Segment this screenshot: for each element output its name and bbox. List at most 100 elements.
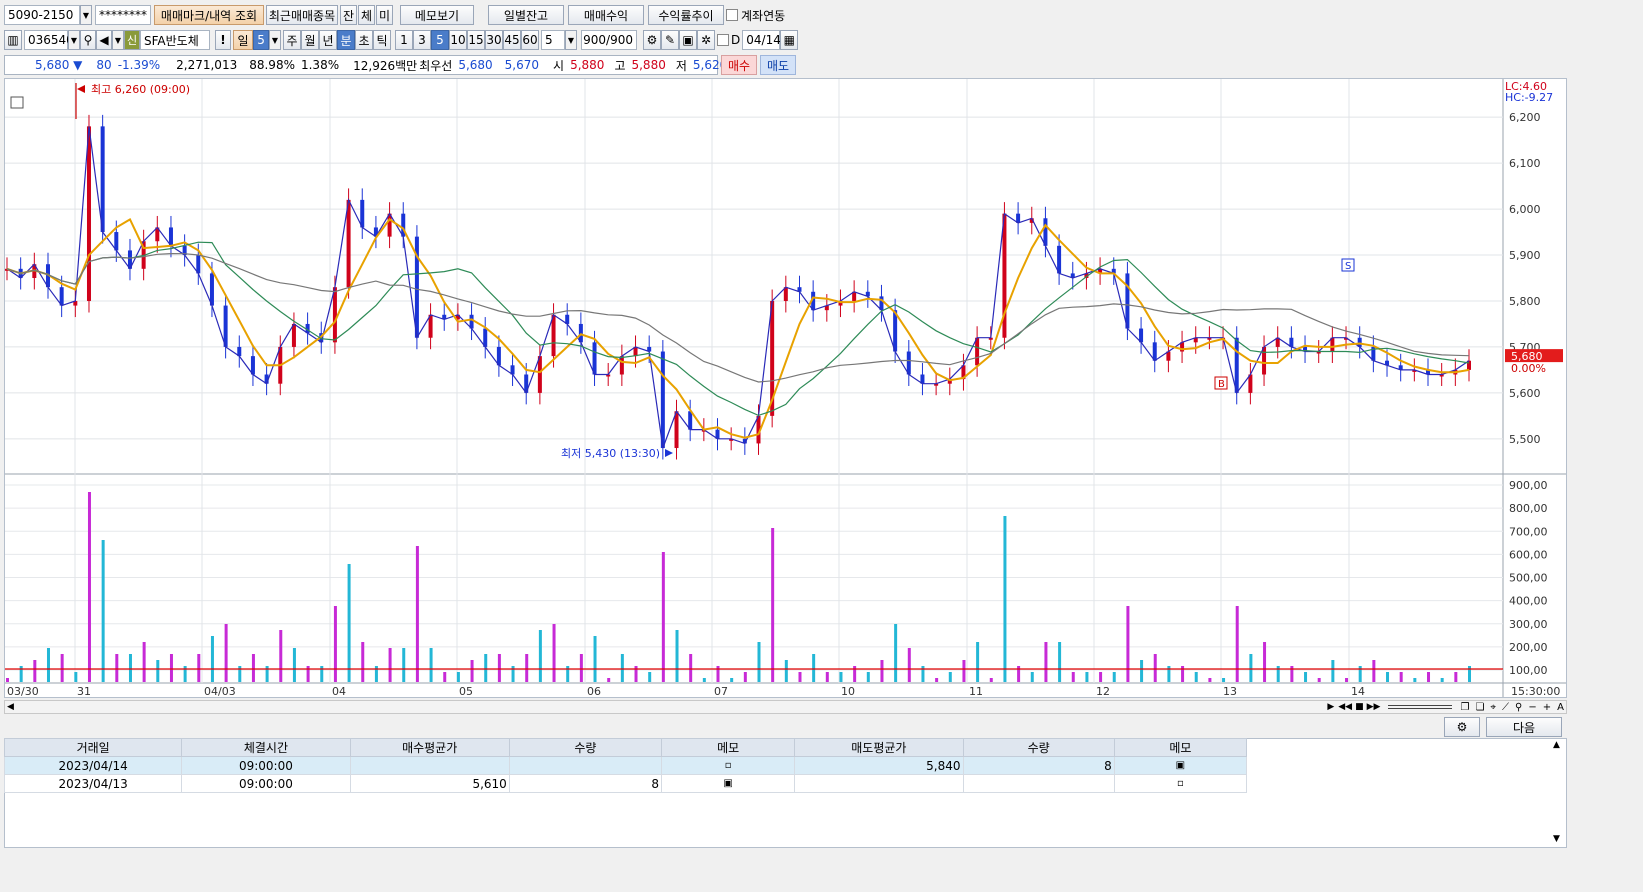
chart-area[interactable]: 6,200 6,100 6,000 5,900 5,800 5,700 5,600 5,500… xyxy=(4,78,1567,698)
volume-bar xyxy=(1386,672,1390,682)
zoom-search-icon[interactable]: ⚲ xyxy=(1515,702,1522,713)
period-week-button[interactable]: 주 xyxy=(283,30,301,50)
crosshair-icon[interactable]: ⌖ xyxy=(1490,702,1496,713)
quote-change: 80 xyxy=(96,58,112,72)
stop-icon[interactable]: ■ xyxy=(1355,702,1364,712)
code-dropdown-icon[interactable]: ▼ xyxy=(68,30,80,50)
mi-button[interactable]: 미 xyxy=(376,5,393,25)
minute-60-button[interactable]: 60 xyxy=(521,30,539,50)
period-month-button[interactable]: 월 xyxy=(301,30,319,50)
col-sell-qty[interactable]: 수량 xyxy=(962,738,1115,757)
che-button[interactable]: 체 xyxy=(358,5,375,25)
col-buy-avg[interactable]: 매수평균가 xyxy=(349,738,510,757)
cell-sell-avg: 5,840 xyxy=(794,756,964,775)
minute-15-button[interactable]: 15 xyxy=(467,30,485,50)
table-row[interactable]: 2023/04/14 09:00:00 ▫ 5,840 8 ▣ xyxy=(3,756,1248,775)
cell-sell-avg xyxy=(794,774,964,793)
account-dropdown-icon[interactable]: ▼ xyxy=(80,5,92,25)
minute-30-button[interactable]: 30 xyxy=(485,30,503,50)
volume-bar xyxy=(730,678,734,682)
buy-button[interactable]: 매수 xyxy=(721,55,757,75)
volume-bar xyxy=(1249,654,1253,682)
account-link-checkbox[interactable] xyxy=(726,9,738,21)
lower-toolbar: ⚙ 다음 xyxy=(0,717,1643,737)
memo-empty-icon[interactable]: ▫ xyxy=(661,756,796,775)
custom-interval-dropdown-icon[interactable]: ▼ xyxy=(565,30,577,50)
minute-10-button[interactable]: 10 xyxy=(449,30,467,50)
window-icon[interactable]: ❐ xyxy=(1460,702,1469,713)
grid-settings-icon[interactable]: ⚙ xyxy=(1444,717,1480,737)
memo-add-icon[interactable]: ▣ xyxy=(1113,756,1248,775)
volume-bar xyxy=(292,648,296,682)
save-icon[interactable]: ▣ xyxy=(679,30,697,50)
col-buy-qty[interactable]: 수량 xyxy=(508,738,663,757)
period-second-button[interactable]: 초 xyxy=(355,30,373,50)
next-button[interactable]: 다음 xyxy=(1486,717,1562,737)
data-count-value: 900 xyxy=(583,33,607,47)
daily-balance-button[interactable]: 일별잔고 xyxy=(488,5,564,25)
rewind-icon[interactable]: ◀◀ xyxy=(1338,702,1352,712)
alert-button[interactable]: ! xyxy=(215,30,231,50)
period-tick-button[interactable]: 틱 xyxy=(373,30,391,50)
search-icon[interactable]: ⚲ xyxy=(80,30,96,50)
fast-forward-icon[interactable]: ▶▶ xyxy=(1367,702,1381,712)
window-cascade-icon[interactable]: ❏ xyxy=(1475,702,1484,713)
minute-1-button[interactable]: 1 xyxy=(395,30,413,50)
date-input[interactable]: 04/14 xyxy=(742,30,781,50)
zoom-in-icon[interactable]: + xyxy=(1543,702,1551,713)
password-field[interactable]: ******** xyxy=(95,5,151,25)
zoom-slider[interactable] xyxy=(1388,705,1453,709)
return-trend-button[interactable]: 수익률추이 xyxy=(648,5,724,25)
sell-button[interactable]: 매도 xyxy=(760,55,796,75)
min-price-annotation: 최저 5,430 (13:30) xyxy=(561,447,660,460)
col-trade-date[interactable]: 거래일 xyxy=(3,738,183,757)
recent-items-button[interactable]: 최근매매종목 xyxy=(266,5,338,25)
scroll-up-icon[interactable]: ▲ xyxy=(1553,740,1560,750)
col-sell-avg[interactable]: 매도평균가 xyxy=(794,738,964,757)
custom-interval-input[interactable]: 5 xyxy=(541,30,565,50)
trend-tool-icon[interactable]: ⟋ xyxy=(1502,702,1509,713)
minute-45-button[interactable]: 45 xyxy=(503,30,521,50)
period-year-button[interactable]: 년 xyxy=(319,30,337,50)
layout-icon[interactable]: ▥ xyxy=(4,30,22,50)
indicator-icon[interactable]: ⚙ xyxy=(643,30,661,50)
scroll-right-icon[interactable]: ▶ xyxy=(1327,702,1334,712)
date-tick-label: 04/03 xyxy=(204,685,236,697)
candle-body xyxy=(1234,337,1239,393)
chart-svg[interactable]: 6,2006,1006,0005,9005,8005,7005,6005,500… xyxy=(5,79,1566,697)
memo-view-button[interactable]: 메모보기 xyxy=(400,5,474,25)
table-row[interactable]: 2023/04/13 09:00:00 5,610 8 ▣ ▫ xyxy=(3,774,1248,793)
date-tick-label: 05 xyxy=(459,685,473,697)
settings-icon[interactable]: ✲ xyxy=(697,30,715,50)
scroll-left-icon[interactable]: ◀ xyxy=(7,702,14,712)
trade-profit-button[interactable]: 매매수익 xyxy=(568,5,644,25)
period-minute-button[interactable]: 분 xyxy=(337,30,355,50)
day-count-field[interactable]: 5 xyxy=(253,30,269,50)
candle-body xyxy=(86,126,91,301)
draw-tool-icon[interactable]: ✎ xyxy=(661,30,679,50)
zoom-out-icon[interactable]: − xyxy=(1528,702,1536,713)
volume-bar xyxy=(812,654,816,682)
memo-empty-icon[interactable]: ▫ xyxy=(1113,774,1248,793)
memo-add-icon[interactable]: ▣ xyxy=(661,774,796,793)
period-day-button[interactable]: 일 xyxy=(233,30,253,50)
speaker-icon[interactable]: ◀ xyxy=(96,30,112,50)
day-dropdown-icon[interactable]: ▼ xyxy=(269,30,281,50)
scroll-down-icon[interactable]: ▼ xyxy=(1553,834,1560,844)
col-buy-memo[interactable]: 메모 xyxy=(661,738,796,757)
jan-button[interactable]: 잔 xyxy=(340,5,357,25)
col-exec-time[interactable]: 체결시간 xyxy=(181,738,351,757)
stock-code-input[interactable]: 036540 xyxy=(24,30,74,50)
chart-scrollbar[interactable]: ◀ ▶ ◀◀ ■ ▶▶ ❐ ❏ ⌖ ⟋ ⚲ − + A xyxy=(4,700,1567,714)
minute-3-button[interactable]: 3 xyxy=(413,30,431,50)
account-select[interactable]: 5090-2150 xyxy=(4,5,80,25)
mark-query-button[interactable]: 매매마크/내역 조회 xyxy=(154,5,264,25)
date-checkbox[interactable] xyxy=(717,34,729,46)
speaker-dropdown-icon[interactable]: ▼ xyxy=(112,30,124,50)
col-sell-memo[interactable]: 메모 xyxy=(1113,738,1248,757)
calendar-icon[interactable]: ▦ xyxy=(780,30,799,50)
minute-5-button[interactable]: 5 xyxy=(431,30,449,50)
volume-bar xyxy=(880,660,884,682)
text-tool-icon[interactable]: A xyxy=(1557,702,1564,713)
data-count-input[interactable]: 900/900 xyxy=(581,30,637,50)
